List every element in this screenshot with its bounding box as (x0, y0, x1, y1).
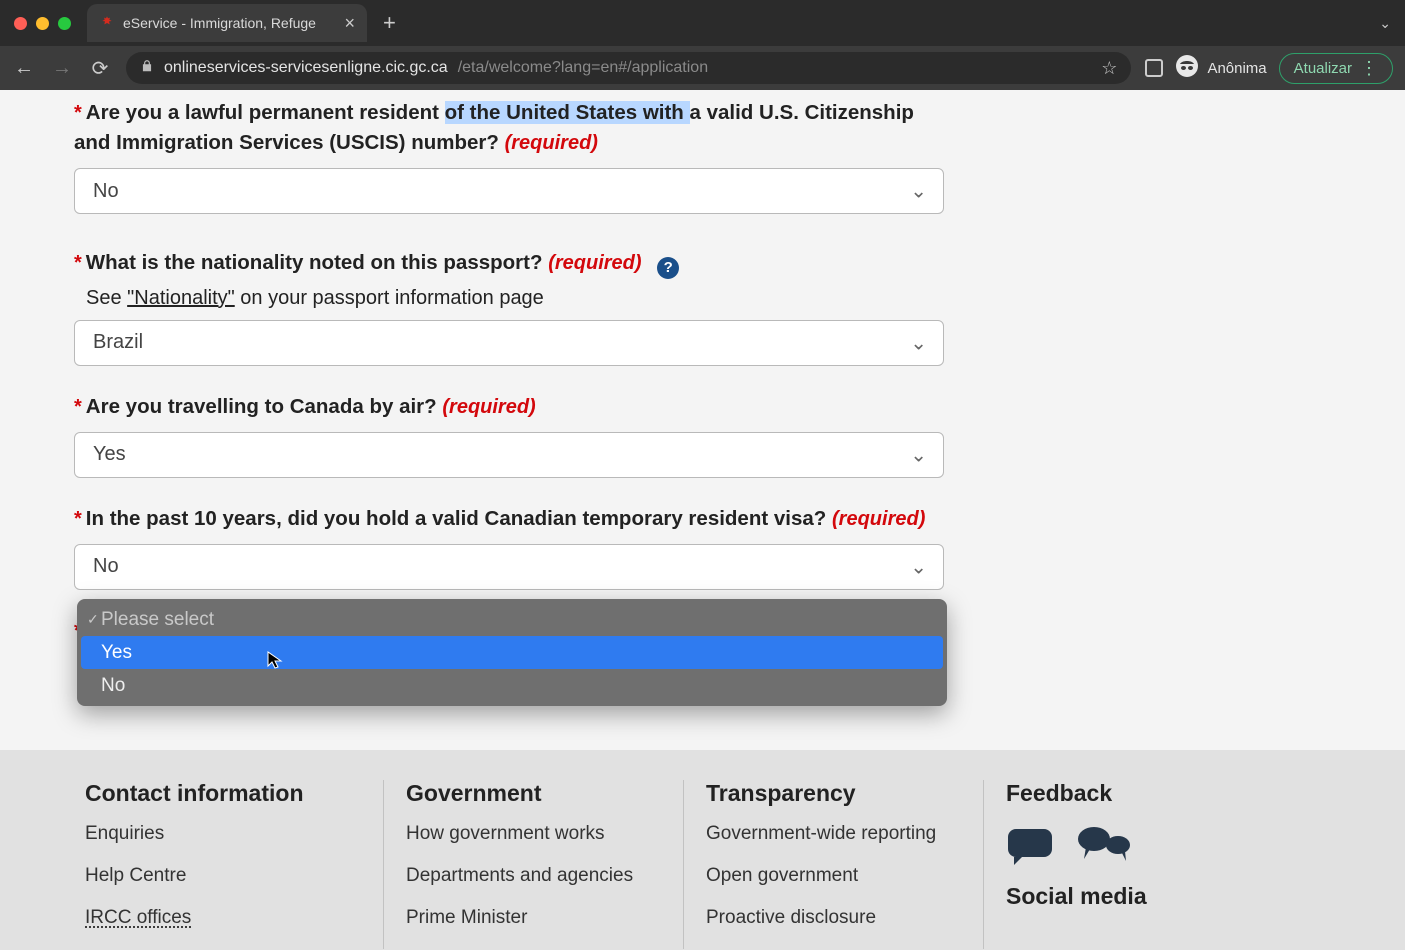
required-indicator: (required) (832, 508, 925, 530)
bookmark-star-icon[interactable]: ☆ (1101, 58, 1117, 79)
required-indicator: (required) (505, 132, 598, 154)
field-nationality: *What is the nationality noted on this p… (74, 232, 956, 366)
footer-link-departments[interactable]: Departments and agencies (406, 865, 683, 887)
incognito-label: Anônima (1207, 60, 1266, 77)
label-text: Are you travelling to Canada by air? (86, 395, 437, 418)
footer-col-transparency: Transparency Government-wide reporting O… (683, 780, 983, 949)
required-indicator: (required) (548, 252, 641, 274)
select-value: No (93, 555, 119, 578)
field-past-trv: *In the past 10 years, did you hold a va… (74, 496, 956, 590)
dropdown-option-no[interactable]: No (81, 669, 943, 702)
window-minimize-button[interactable] (36, 17, 49, 30)
footer-col-feedback: Feedback Social media (983, 780, 1343, 949)
required-star-icon: * (74, 508, 82, 530)
dropdown-option-placeholder[interactable]: ✓ Please select (81, 603, 943, 636)
nationality-help-link[interactable]: "Nationality" (127, 287, 235, 309)
option-label: No (101, 675, 125, 697)
chevron-down-icon: ⌄ (910, 442, 927, 467)
tab-bar: eService - Immigration, Refuge × + ⌄ (0, 0, 1405, 46)
dropdown-option-yes[interactable]: Yes (81, 636, 943, 669)
label-text: In the past 10 years, did you hold a val… (86, 507, 827, 530)
footer-heading: Social media (1006, 883, 1343, 910)
footer-heading: Feedback (1006, 780, 1343, 807)
tabs-overflow-button[interactable]: ⌄ (1379, 15, 1391, 32)
lock-icon (140, 59, 154, 78)
required-star-icon: * (74, 252, 82, 274)
tab-favicon-icon (99, 15, 115, 31)
footer-col-contact: Contact information Enquiries Help Centr… (85, 780, 383, 949)
field-label: *What is the nationality noted on this p… (74, 248, 956, 279)
window-controls (14, 17, 71, 30)
window-maximize-button[interactable] (58, 17, 71, 30)
field-hint: See "Nationality" on your passport infor… (86, 287, 956, 310)
footer-link-proactive-disclosure[interactable]: Proactive disclosure (706, 907, 983, 929)
select-nationality[interactable]: Brazil ⌄ (74, 320, 944, 366)
footer-link-open-gov[interactable]: Open government (706, 865, 983, 887)
feedback-icon[interactable] (1006, 823, 1343, 865)
option-label: Please select (101, 609, 214, 631)
url-host: onlineservices-servicesenligne.cic.gc.ca (164, 59, 448, 77)
field-label: *In the past 10 years, did you hold a va… (74, 504, 956, 534)
url-path: /eta/welcome?lang=en#/application (458, 59, 708, 77)
page-content: *Are you a lawful permanent resident of … (0, 90, 1405, 950)
chevron-down-icon: ⌄ (910, 554, 927, 579)
select-past-trv[interactable]: No ⌄ (74, 544, 944, 590)
field-us-lpr: *Are you a lawful permanent resident of … (74, 94, 956, 214)
required-star-icon: * (74, 102, 82, 124)
help-icon[interactable]: ? (657, 257, 679, 279)
option-label: Yes (101, 642, 132, 664)
window-close-button[interactable] (14, 17, 27, 30)
footer-link-enquiries[interactable]: Enquiries (85, 823, 383, 845)
incognito-icon (1175, 54, 1199, 82)
mouse-cursor-icon (265, 650, 285, 675)
incognito-indicator: Anônima (1175, 54, 1266, 82)
chevron-down-icon: ⌄ (910, 179, 927, 204)
footer-link-ircc-offices[interactable]: IRCC offices (85, 907, 383, 929)
select-value: Brazil (93, 331, 143, 354)
footer-link-prime-minister[interactable]: Prime Minister (406, 907, 683, 929)
required-indicator: (required) (442, 396, 535, 418)
browser-chrome: eService - Immigration, Refuge × + ⌄ ← →… (0, 0, 1405, 90)
extensions-icon[interactable] (1145, 59, 1163, 77)
footer-link-gov-reporting[interactable]: Government-wide reporting (706, 823, 983, 845)
footer-link-how-gov-works[interactable]: How government works (406, 823, 683, 845)
select-value: No (93, 180, 119, 203)
nav-forward-button[interactable]: → (50, 57, 74, 80)
nav-reload-button[interactable]: ⟳ (88, 56, 112, 81)
select-value: Yes (93, 443, 126, 466)
update-button[interactable]: Atualizar ⋮ (1279, 53, 1393, 84)
select-us-visa-dropdown: ✓ Please select Yes No (77, 599, 947, 706)
footer-heading: Transparency (706, 780, 983, 807)
tab-title: eService - Immigration, Refuge (123, 15, 316, 31)
footer-heading: Government (406, 780, 683, 807)
tab-close-button[interactable]: × (344, 14, 355, 32)
browser-tab[interactable]: eService - Immigration, Refuge × (87, 4, 367, 42)
select-travel-air[interactable]: Yes ⌄ (74, 432, 944, 478)
footer-heading: Contact information (85, 780, 383, 807)
checkmark-icon: ✓ (87, 611, 99, 628)
footer-col-government: Government How government works Departme… (383, 780, 683, 949)
update-label: Atualizar (1294, 60, 1352, 77)
field-label: *Are you a lawful permanent resident of … (74, 98, 956, 158)
new-tab-button[interactable]: + (383, 12, 396, 34)
nav-back-button[interactable]: ← (12, 57, 36, 80)
select-us-lpr[interactable]: No ⌄ (74, 168, 944, 214)
menu-kebab-icon[interactable]: ⋮ (1360, 58, 1378, 79)
hint-text: on your passport information page (235, 287, 544, 309)
field-label: *Are you travelling to Canada by air? (r… (74, 392, 956, 422)
hint-text: See (86, 287, 127, 309)
page-footer: Contact information Enquiries Help Centr… (0, 750, 1405, 950)
chevron-down-icon: ⌄ (910, 330, 927, 355)
required-star-icon: * (74, 396, 82, 418)
omnibox[interactable]: onlineservices-servicesenligne.cic.gc.ca… (126, 52, 1131, 84)
label-text: Are you a lawful permanent resident (86, 101, 445, 124)
footer-link-help-centre[interactable]: Help Centre (85, 865, 383, 887)
field-travel-air: *Are you travelling to Canada by air? (r… (74, 384, 956, 478)
address-bar: ← → ⟳ onlineservices-servicesenligne.cic… (0, 46, 1405, 90)
label-highlight: of the United States with (445, 101, 690, 124)
label-text: What is the nationality noted on this pa… (86, 251, 543, 274)
